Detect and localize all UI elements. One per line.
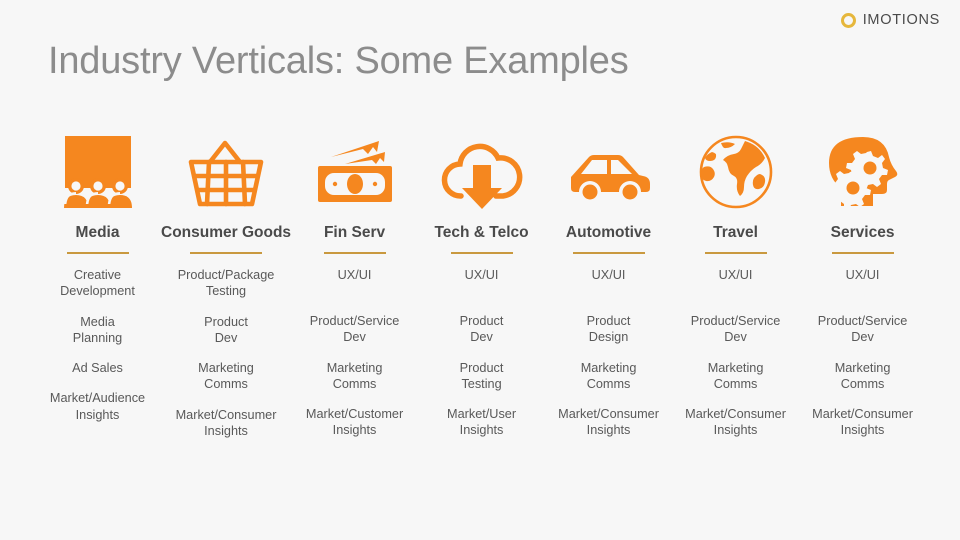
- list-item: Market/Customer Insights: [305, 407, 404, 438]
- column-rule: [572, 252, 645, 255]
- industry-verticals-grid: Media Creative Development Media Plannin…: [34, 128, 926, 439]
- list-item: Market/Consumer Insights: [812, 407, 913, 438]
- vertical-column-media: Media Creative Development Media Plannin…: [34, 128, 161, 439]
- column-rule: [704, 252, 767, 255]
- list-item: UX/UI: [464, 268, 499, 283]
- list-item: Market/User Insights: [447, 407, 517, 438]
- ring-logo-icon: [840, 13, 856, 28]
- column-title: Media: [75, 224, 120, 241]
- list-item: Market/Consumer Insights: [558, 407, 659, 438]
- column-items: UX/UI Product/Service Dev Marketing Comm…: [672, 267, 799, 439]
- column-title: Tech & Telco: [434, 224, 529, 241]
- list-item: Product/Service Dev: [817, 314, 908, 345]
- list-item: Marketing Comms: [707, 360, 764, 391]
- vertical-column-services: Services UX/UI Product/Service Dev Marke…: [799, 128, 926, 439]
- list-item: Product/Service Dev: [690, 314, 781, 345]
- car-icon: [545, 128, 672, 216]
- list-item: UX/UI: [337, 268, 372, 283]
- head-gears-icon: [799, 128, 926, 216]
- column-title: Services: [830, 224, 895, 241]
- list-item: Marketing Comms: [326, 360, 383, 391]
- list-item: Product/Package Testing: [177, 268, 275, 299]
- list-item: Market/Audience Insights: [49, 391, 146, 422]
- banknotes-icon: [291, 128, 418, 216]
- column-rule: [190, 252, 263, 255]
- billboard-audience-icon: [34, 128, 161, 216]
- list-item: Marketing Comms: [580, 360, 637, 391]
- vertical-column-travel: Travel UX/UI Product/Service Dev Marketi…: [672, 128, 799, 439]
- column-rule: [450, 252, 513, 255]
- list-item: Product Dev: [459, 314, 504, 345]
- vertical-column-fin-serv: Fin Serv UX/UI Product/Service Dev Marke…: [291, 128, 418, 439]
- list-item: Product/Service Dev: [309, 314, 400, 345]
- vertical-column-consumer-goods: Consumer Goods Product/Package Testing P…: [161, 128, 291, 439]
- vertical-column-automotive: Automotive UX/UI Product Design Marketin…: [545, 128, 672, 439]
- brand-wordmark: IMOTIONS: [862, 12, 940, 29]
- column-title: Travel: [713, 224, 758, 241]
- list-item: Product Design: [586, 314, 631, 345]
- list-item: Product Dev: [204, 314, 248, 345]
- list-item: Product Testing: [459, 360, 504, 391]
- shopping-basket-icon: [161, 128, 291, 216]
- column-title: Automotive: [565, 224, 652, 241]
- brand-logo: IMOTIONS: [840, 12, 940, 29]
- list-item: Market/Consumer Insights: [685, 407, 786, 438]
- column-items: Creative Development Media Planning Ad S…: [34, 267, 161, 423]
- page-title: Industry Verticals: Some Examples: [48, 40, 629, 82]
- list-item: Marketing Comms: [834, 360, 891, 391]
- list-item: UX/UI: [845, 268, 880, 283]
- list-item: Marketing Comms: [198, 361, 254, 392]
- list-item: UX/UI: [718, 268, 753, 283]
- column-items: UX/UI Product/Service Dev Marketing Comm…: [291, 267, 418, 439]
- list-item: Creative Development: [60, 268, 135, 299]
- list-item: Ad Sales: [72, 361, 123, 376]
- column-rule: [66, 252, 129, 255]
- column-title: Consumer Goods: [161, 224, 292, 241]
- list-item: Media Planning: [72, 314, 123, 345]
- column-rule: [323, 252, 386, 255]
- cloud-download-icon: [418, 128, 545, 216]
- vertical-column-tech-telco: Tech & Telco UX/UI Product Dev Product T…: [418, 128, 545, 439]
- column-items: UX/UI Product Design Marketing Comms Mar…: [545, 267, 672, 439]
- column-rule: [831, 252, 894, 255]
- list-item: UX/UI: [591, 268, 626, 283]
- column-items: UX/UI Product/Service Dev Marketing Comm…: [799, 267, 926, 439]
- column-items: Product/Package Testing Product Dev Mark…: [161, 267, 291, 439]
- list-item: Market/Consumer Insights: [175, 407, 277, 438]
- globe-icon: [672, 128, 799, 216]
- column-items: UX/UI Product Dev Product Testing Market…: [418, 267, 545, 439]
- column-title: Fin Serv: [323, 224, 386, 241]
